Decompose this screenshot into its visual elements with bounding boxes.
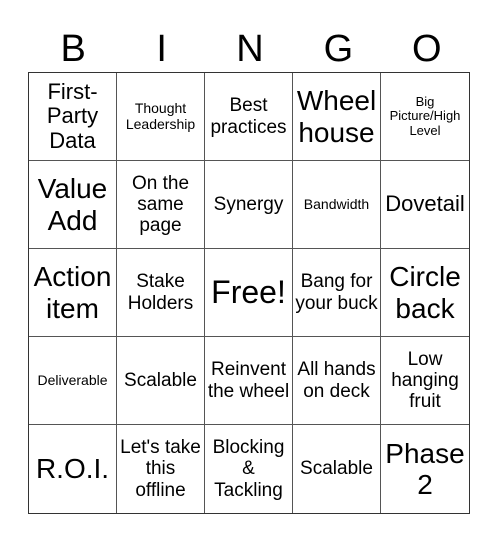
bingo-cell-r4c4[interactable]: All hands on deck [293, 337, 381, 425]
bingo-cell-r5c5[interactable]: Phase 2 [381, 425, 469, 513]
bingo-cell-r1c1[interactable]: First-Party Data [29, 73, 117, 161]
bingo-cell-r4c2[interactable]: Scalable [117, 337, 205, 425]
bingo-cell-r5c2[interactable]: Let's take this offline [117, 425, 205, 513]
bingo-cell-r3c4[interactable]: Bang for your buck [293, 249, 381, 337]
header-letter-i: I [156, 28, 167, 70]
bingo-cell-r5c3[interactable]: Blocking & Tackling [205, 425, 293, 513]
bingo-cell-r2c2[interactable]: On the same page [117, 161, 205, 249]
bingo-cell-r4c1[interactable]: Deliverable [29, 337, 117, 425]
bingo-cell-r2c4[interactable]: Bandwidth [293, 161, 381, 249]
header-letter-b: B [60, 28, 86, 70]
bingo-cell-r1c4[interactable]: Wheel house [293, 73, 381, 161]
bingo-cell-r5c4[interactable]: Scalable [293, 425, 381, 513]
bingo-cell-r3c5[interactable]: Circle back [381, 249, 469, 337]
bingo-cell-r1c3[interactable]: Best practices [205, 73, 293, 161]
bingo-cell-r2c5[interactable]: Dovetail [381, 161, 469, 249]
header-letter-g: G [323, 28, 354, 70]
bingo-cell-r5c1[interactable]: R.O.I. [29, 425, 117, 513]
bingo-header: B I N G O [29, 26, 471, 72]
header-letter-o: O [412, 28, 442, 70]
bingo-cell-r2c3[interactable]: Synergy [205, 161, 293, 249]
bingo-cell-r4c5[interactable]: Low hanging fruit [381, 337, 469, 425]
bingo-cell-r3c1[interactable]: Action item [29, 249, 117, 337]
bingo-cell-r4c3[interactable]: Reinvent the wheel [205, 337, 293, 425]
bingo-card-grid: First-Party Data Thought Leadership Best… [28, 72, 470, 514]
bingo-cell-r1c2[interactable]: Thought Leadership [117, 73, 205, 161]
bingo-free-space[interactable]: Free! [205, 249, 293, 337]
bingo-cell-r2c1[interactable]: Value Add [29, 161, 117, 249]
header-letter-n: N [236, 28, 264, 70]
bingo-cell-r3c2[interactable]: Stake Holders [117, 249, 205, 337]
bingo-cell-r1c5[interactable]: Big Picture/High Level [381, 73, 469, 161]
